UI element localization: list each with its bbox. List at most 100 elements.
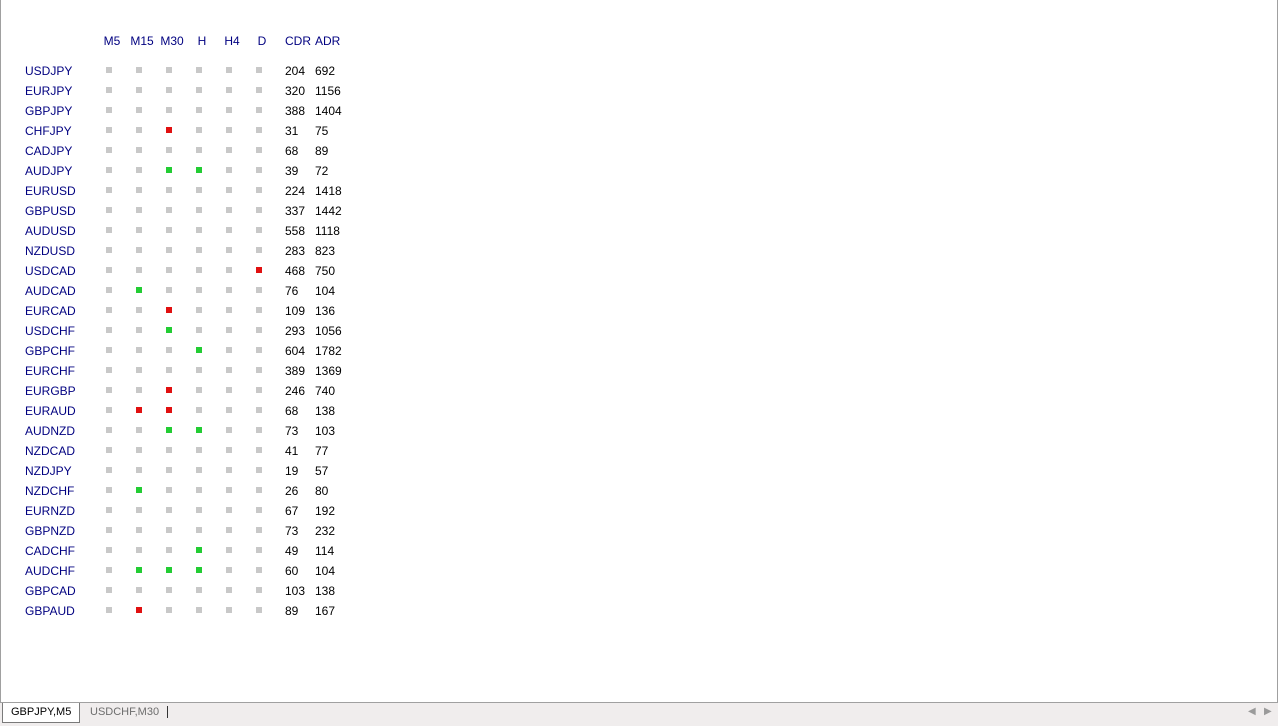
triangle-left-icon[interactable]: ◀ <box>1248 705 1256 719</box>
signal-square-m15 <box>136 307 142 313</box>
signal-square-m5 <box>106 167 112 173</box>
signal-square-m15 <box>136 207 142 213</box>
signal-square-h4 <box>226 487 232 493</box>
signal-square-m5 <box>106 447 112 453</box>
triangle-right-icon[interactable]: ▶ <box>1264 705 1272 719</box>
signal-square-d <box>256 367 262 373</box>
cdr-value: 283 <box>285 244 306 258</box>
signal-square-h <box>196 127 202 133</box>
signal-square-d <box>256 127 262 133</box>
cdr-value: 204 <box>285 64 306 78</box>
signal-square-d <box>256 167 262 173</box>
symbol-label: EURAUD <box>25 404 76 418</box>
symbol-label: AUDUSD <box>25 224 76 238</box>
cdr-value: 109 <box>285 304 306 318</box>
adr-value: 1418 <box>315 184 342 198</box>
symbol-label: GBPJPY <box>25 104 73 118</box>
signal-square-h <box>196 427 202 433</box>
cdr-value: 67 <box>285 504 299 518</box>
symbol-label: EURGBP <box>25 384 76 398</box>
adr-value: 1442 <box>315 204 342 218</box>
signal-square-h4 <box>226 127 232 133</box>
signal-square-m15 <box>136 147 142 153</box>
signal-square-m30 <box>166 347 172 353</box>
signal-square-d <box>256 347 262 353</box>
signal-square-d <box>256 327 262 333</box>
signal-square-m15 <box>136 127 142 133</box>
signal-square-m5 <box>106 327 112 333</box>
signal-square-h <box>196 167 202 173</box>
signal-square-h4 <box>226 527 232 533</box>
symbol-label: CADCHF <box>25 544 75 558</box>
signal-square-m15 <box>136 467 142 473</box>
signal-square-h4 <box>226 187 232 193</box>
signal-square-m5 <box>106 567 112 573</box>
signal-square-h4 <box>226 607 232 613</box>
signal-square-m30 <box>166 207 172 213</box>
signal-square-m15 <box>136 547 142 553</box>
signal-square-m15 <box>136 527 142 533</box>
symbol-label: GBPAUD <box>25 604 75 618</box>
signal-square-m15 <box>136 607 142 613</box>
signal-square-m15 <box>136 107 142 113</box>
signal-square-h <box>196 507 202 513</box>
signal-square-h <box>196 407 202 413</box>
signal-square-h4 <box>226 227 232 233</box>
cdr-value: 31 <box>285 124 299 138</box>
signal-square-m30 <box>166 387 172 393</box>
signal-square-d <box>256 507 262 513</box>
cdr-value: 224 <box>285 184 306 198</box>
adr-value: 740 <box>315 384 336 398</box>
tab-usdchf-m30[interactable]: USDCHF,M30 <box>82 703 167 723</box>
signal-square-m5 <box>106 407 112 413</box>
signal-square-m5 <box>106 147 112 153</box>
cdr-value: 39 <box>285 164 299 178</box>
signal-square-m30 <box>166 467 172 473</box>
signal-square-h4 <box>226 567 232 573</box>
signal-square-h <box>196 207 202 213</box>
signal-square-h4 <box>226 307 232 313</box>
symbol-label: AUDJPY <box>25 164 73 178</box>
signal-square-m30 <box>166 127 172 133</box>
cdr-value: 388 <box>285 104 306 118</box>
signal-square-m30 <box>166 367 172 373</box>
signal-square-m15 <box>136 427 142 433</box>
chart-tab-bar: GBPJPY,M5 USDCHF,M30 ◀ ▶ <box>0 702 1278 726</box>
signal-square-m30 <box>166 187 172 193</box>
signal-square-m5 <box>106 307 112 313</box>
signal-square-m15 <box>136 167 142 173</box>
signal-square-m5 <box>106 487 112 493</box>
adr-value: 1369 <box>315 364 342 378</box>
signal-square-m30 <box>166 427 172 433</box>
symbol-label: NZDCHF <box>25 484 75 498</box>
cdr-value: 246 <box>285 384 306 398</box>
signal-square-h4 <box>226 107 232 113</box>
signal-square-m30 <box>166 147 172 153</box>
signal-square-m15 <box>136 87 142 93</box>
signal-square-m5 <box>106 467 112 473</box>
adr-value: 103 <box>315 424 336 438</box>
signal-square-m5 <box>106 527 112 533</box>
signal-square-m30 <box>166 527 172 533</box>
adr-value: 1118 <box>315 224 340 238</box>
signal-square-h <box>196 227 202 233</box>
signal-square-d <box>256 247 262 253</box>
signal-square-m15 <box>136 227 142 233</box>
signal-square-h4 <box>226 287 232 293</box>
symbol-label: NZDJPY <box>25 464 72 478</box>
symbol-label: NZDCAD <box>25 444 75 458</box>
signal-square-m30 <box>166 287 172 293</box>
symbol-label: EURJPY <box>25 84 73 98</box>
adr-value: 1782 <box>315 344 342 358</box>
symbol-label: AUDCHF <box>25 564 75 578</box>
tab-gbpjpy-m5[interactable]: GBPJPY,M5 <box>2 703 81 723</box>
signal-square-d <box>256 427 262 433</box>
signal-square-m15 <box>136 287 142 293</box>
signal-square-h4 <box>226 507 232 513</box>
adr-value: 1156 <box>315 84 341 98</box>
signal-square-d <box>256 567 262 573</box>
cdr-value: 73 <box>285 424 299 438</box>
adr-value: 692 <box>315 64 336 78</box>
symbol-label: GBPCHF <box>25 344 76 358</box>
signal-square-d <box>256 67 262 73</box>
